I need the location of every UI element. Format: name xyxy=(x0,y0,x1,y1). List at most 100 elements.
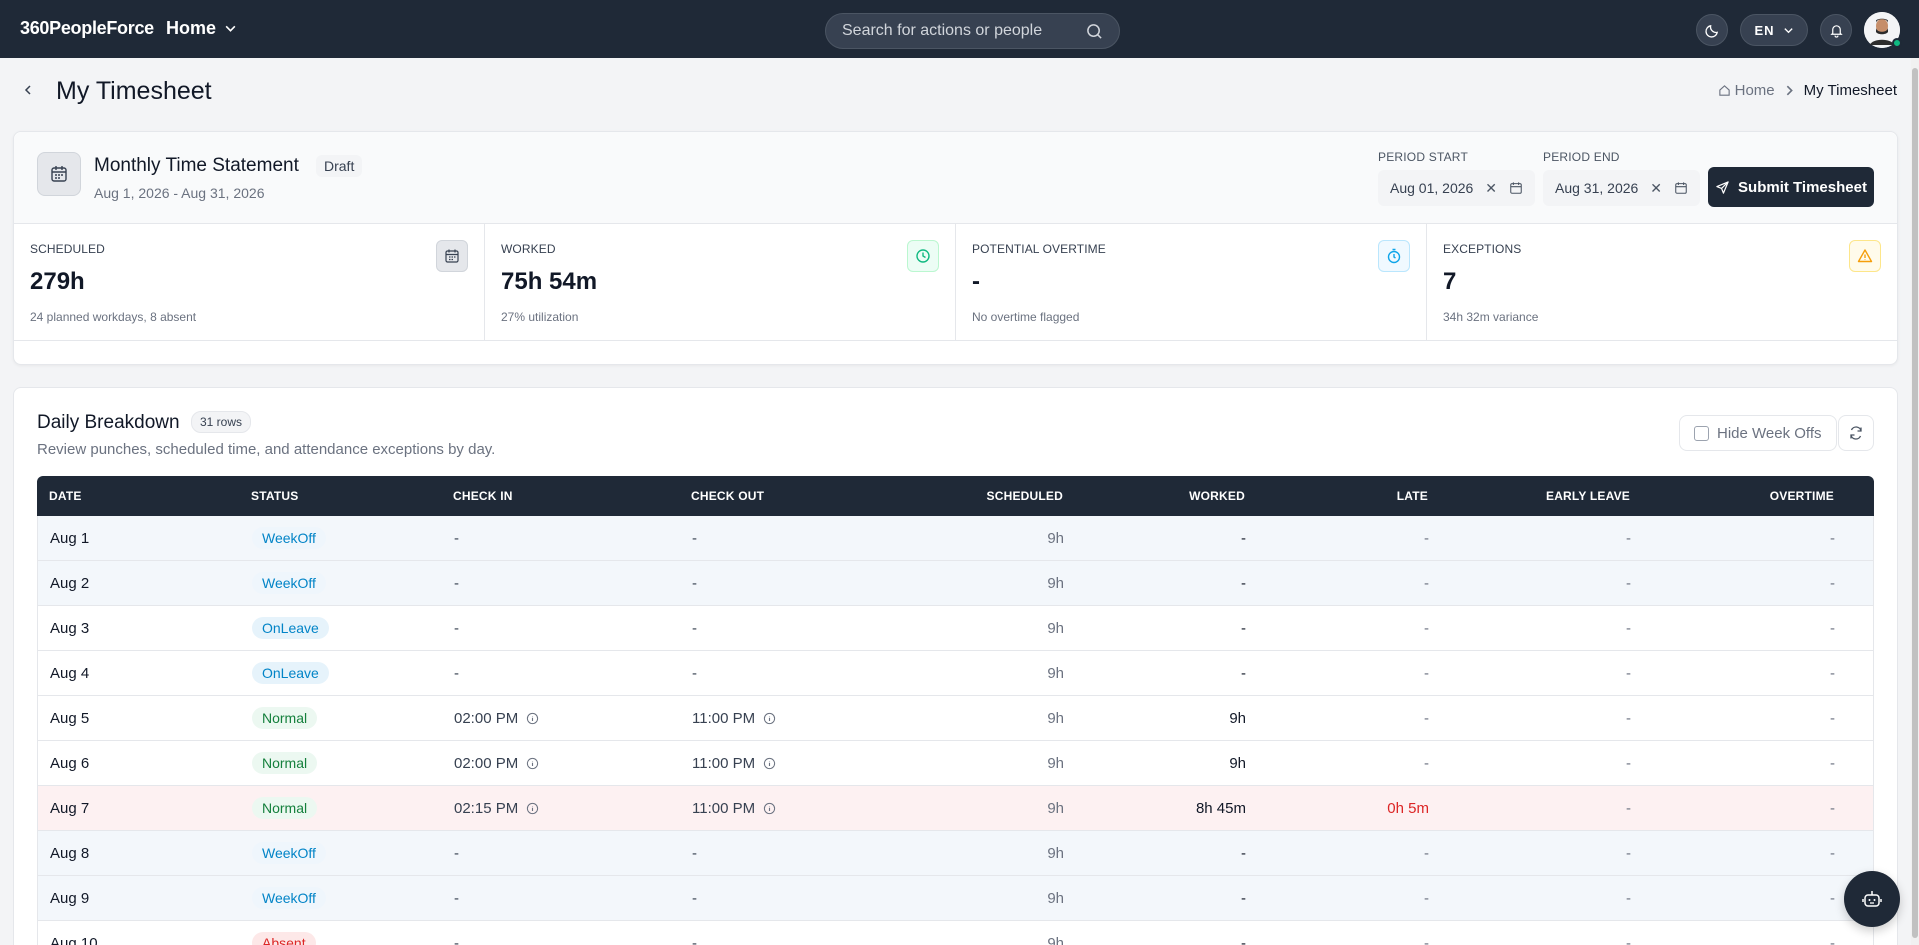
calendar-icon xyxy=(436,240,468,272)
breadcrumb-home[interactable]: Home xyxy=(1718,82,1775,99)
stopwatch-icon xyxy=(1378,240,1410,272)
language-selector[interactable]: EN xyxy=(1740,14,1808,46)
period-start-field[interactable]: Aug 01, 2026 ✕ xyxy=(1378,170,1536,206)
scrollbar-thumb[interactable] xyxy=(1912,68,1918,938)
cell-early-leave: - xyxy=(1626,619,1631,637)
check-out-value: - xyxy=(692,844,697,862)
table-row[interactable]: Aug 7 Normal 02:15 PM 11:00 PM 9h 8h 45m 0h 5m… xyxy=(37,786,1874,831)
submit-timesheet-button[interactable]: Submit Timesheet xyxy=(1708,167,1874,207)
table-row[interactable]: Aug 6 Normal 02:00 PM 11:00 PM 9h 9h - - - xyxy=(37,741,1874,786)
calendar-icon[interactable] xyxy=(1509,181,1523,195)
cell-status: OnLeave xyxy=(240,662,442,684)
cell-status: OnLeave xyxy=(240,617,442,639)
cell-worked: - xyxy=(1241,889,1246,907)
chevron-left-icon xyxy=(24,85,31,95)
info-icon[interactable] xyxy=(526,712,539,725)
clear-start-icon[interactable]: ✕ xyxy=(1485,180,1497,197)
col-overtime[interactable]: OVERTIME xyxy=(1642,489,1846,503)
cell-status: WeekOff xyxy=(240,527,442,549)
language-label: EN xyxy=(1754,22,1775,38)
search-input[interactable] xyxy=(842,22,1086,40)
chevron-down-icon xyxy=(225,25,236,32)
col-check-in[interactable]: CHECK IN xyxy=(441,489,679,503)
col-scheduled[interactable]: SCHEDULED xyxy=(917,489,1075,503)
cell-worked: - xyxy=(1241,529,1246,547)
table-row[interactable]: Aug 10 Absent - - 9h - - - - xyxy=(37,921,1874,945)
period-end-field[interactable]: Aug 31, 2026 ✕ xyxy=(1543,170,1701,206)
cell-late: - xyxy=(1424,574,1429,592)
table-body: Aug 1 WeekOff - - 9h - - - - Aug 2 WeekOff - - 9h - - - -… xyxy=(37,516,1874,945)
status-badge: WeekOff xyxy=(252,572,326,594)
col-worked[interactable]: WORKED xyxy=(1075,489,1257,503)
page-scrollbar[interactable] xyxy=(1911,58,1919,945)
cell-status: Normal xyxy=(240,707,442,729)
info-icon[interactable] xyxy=(526,802,539,815)
daily-breakdown-card: Daily Breakdown 31 rows Review punches, … xyxy=(13,387,1898,945)
status-badge: Normal xyxy=(252,707,318,729)
cell-check-in: 02:15 PM xyxy=(442,800,680,817)
clear-end-icon[interactable]: ✕ xyxy=(1650,180,1662,197)
cell-early-leave: - xyxy=(1626,574,1631,592)
table-row[interactable]: Aug 1 WeekOff - - 9h - - - - xyxy=(37,516,1874,561)
info-icon[interactable] xyxy=(763,712,776,725)
cell-overtime: - xyxy=(1830,754,1835,772)
cell-date: Aug 2 xyxy=(50,574,90,592)
theme-toggle-button[interactable] xyxy=(1696,14,1728,46)
cell-date: Aug 3 xyxy=(50,619,90,637)
warning-icon xyxy=(1849,240,1881,272)
info-icon[interactable] xyxy=(763,757,776,770)
cell-early-leave: - xyxy=(1626,664,1631,682)
table-row[interactable]: Aug 9 WeekOff - - 9h - - - - xyxy=(37,876,1874,921)
col-date[interactable]: DATE xyxy=(37,489,239,503)
user-avatar[interactable] xyxy=(1864,12,1902,48)
table-row[interactable]: Aug 2 WeekOff - - 9h - - - - xyxy=(37,561,1874,606)
col-status[interactable]: STATUS xyxy=(239,489,441,503)
check-in-value: - xyxy=(454,664,459,682)
info-icon[interactable] xyxy=(763,802,776,815)
checkbox[interactable] xyxy=(1694,425,1709,441)
cell-check-in: - xyxy=(442,845,680,862)
hide-week-offs-toggle[interactable]: Hide Week Offs xyxy=(1679,415,1837,451)
info-icon[interactable] xyxy=(526,757,539,770)
cell-date: Aug 4 xyxy=(50,664,90,682)
cell-date: Aug 1 xyxy=(50,529,90,547)
refresh-button[interactable] xyxy=(1838,415,1874,451)
global-search[interactable] xyxy=(825,13,1120,49)
notifications-button[interactable] xyxy=(1820,14,1852,46)
back-button[interactable] xyxy=(18,80,38,100)
breakdown-subtitle: Review punches, scheduled time, and atte… xyxy=(37,441,496,458)
period-end-label: PERIOD END xyxy=(1543,150,1620,164)
col-late[interactable]: LATE xyxy=(1257,489,1440,503)
col-check-out[interactable]: CHECK OUT xyxy=(679,489,917,503)
table-row[interactable]: Aug 5 Normal 02:00 PM 11:00 PM 9h 9h - - - xyxy=(37,696,1874,741)
cell-status: WeekOff xyxy=(240,842,442,864)
cell-date: Aug 6 xyxy=(50,754,90,772)
cell-check-out: 11:00 PM xyxy=(680,755,918,772)
stat-label: WORKED xyxy=(501,242,556,256)
assistant-bot-button[interactable] xyxy=(1844,871,1900,927)
check-out-value: 11:00 PM xyxy=(692,754,756,772)
cell-check-in: - xyxy=(442,620,680,637)
table-row[interactable]: Aug 8 WeekOff - - 9h - - - - xyxy=(37,831,1874,876)
check-in-value: - xyxy=(454,934,459,945)
check-out-value: 11:00 PM xyxy=(692,799,756,817)
cell-scheduled: 9h xyxy=(1047,889,1064,907)
cell-scheduled: 9h xyxy=(1047,529,1064,547)
table-row[interactable]: Aug 4 OnLeave - - 9h - - - - xyxy=(37,651,1874,696)
cell-date: Aug 9 xyxy=(50,889,90,907)
stat-scheduled: SCHEDULED 279h 24 planned workdays, 8 ab… xyxy=(14,224,485,340)
col-early-leave[interactable]: EARLY LEAVE xyxy=(1440,489,1642,503)
stat-label: SCHEDULED xyxy=(30,242,105,256)
stat-value: 7 xyxy=(1443,268,1457,295)
table-row[interactable]: Aug 3 OnLeave - - 9h - - - - xyxy=(37,606,1874,651)
cell-overtime: - xyxy=(1830,574,1835,592)
search-icon[interactable] xyxy=(1086,23,1103,40)
brand-logo[interactable]: 360PeopleForce xyxy=(20,18,154,39)
stat-worked: WORKED 75h 54m 27% utilization xyxy=(485,224,956,340)
cell-early-leave: - xyxy=(1626,844,1631,862)
cell-late: - xyxy=(1424,664,1429,682)
status-badge: Normal xyxy=(252,752,318,774)
nav-home-dropdown[interactable]: Home xyxy=(166,18,237,39)
period-start-label: PERIOD START xyxy=(1378,150,1468,164)
calendar-icon[interactable] xyxy=(1674,181,1688,195)
